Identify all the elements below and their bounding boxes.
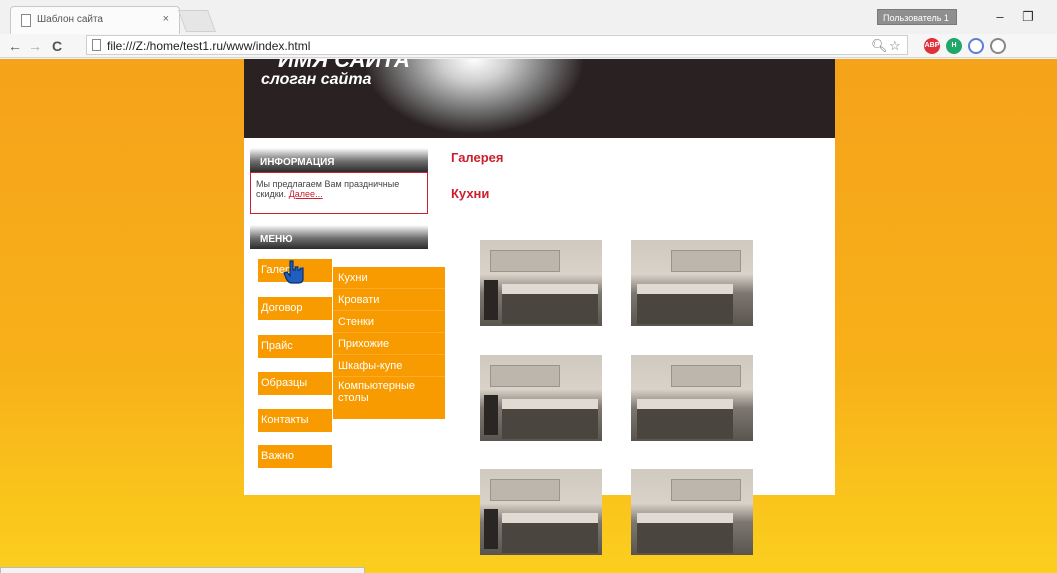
menu-item-price[interactable]: Прайс bbox=[258, 335, 332, 358]
menu-block-title: МЕНЮ bbox=[250, 225, 428, 249]
kitchen-photo[interactable] bbox=[480, 240, 602, 326]
info-more-link[interactable]: Далее... bbox=[289, 189, 323, 199]
zoom-icon[interactable]: 🔍︎ bbox=[871, 38, 888, 54]
info-block: Мы предлагаем Вам праздничные скидки. Да… bbox=[250, 172, 428, 214]
profile-badge[interactable]: Пользователь 1 bbox=[877, 9, 957, 25]
extension-s-icon[interactable] bbox=[968, 38, 984, 54]
bookmark-star-icon[interactable]: ☆ bbox=[889, 38, 901, 54]
restore-button[interactable]: ❐ bbox=[1013, 6, 1043, 28]
kitchen-photo[interactable] bbox=[480, 469, 602, 555]
kitchen-photo[interactable] bbox=[631, 469, 753, 555]
submenu-item-kitchens[interactable]: Кухни bbox=[333, 267, 445, 289]
submenu-item-wardrobes[interactable]: Шкафы-купе bbox=[333, 355, 445, 377]
submenu-item-walls[interactable]: Стенки bbox=[333, 311, 445, 333]
minimize-button[interactable]: – bbox=[985, 6, 1015, 28]
tab-title: Шаблон сайта bbox=[37, 14, 103, 25]
address-bar[interactable]: file:///Z:/home/test1.ru/www/index.html … bbox=[86, 35, 908, 55]
info-block-title: ИНФОРМАЦИЯ bbox=[250, 148, 428, 172]
new-tab-button[interactable] bbox=[177, 10, 217, 32]
blocked-icon[interactable] bbox=[990, 38, 1006, 54]
kitchen-photo[interactable] bbox=[631, 240, 753, 326]
browser-tab-bar: Шаблон сайта × Пользователь 1 – ❐ bbox=[0, 0, 1057, 34]
site-header: ИМЯ САЙТА слоган сайта bbox=[244, 59, 835, 138]
gallery-submenu: Кухни Кровати Стенки Прихожие Шкафы-купе… bbox=[333, 267, 445, 419]
forward-button[interactable]: → bbox=[26, 36, 44, 56]
page-favicon-icon bbox=[21, 14, 31, 27]
browser-tab[interactable]: Шаблон сайта × bbox=[10, 6, 180, 34]
page-icon bbox=[92, 39, 101, 51]
url-text: file:///Z:/home/test1.ru/www/index.html bbox=[107, 39, 311, 53]
browser-toolbar: ← → C file:///Z:/home/test1.ru/www/index… bbox=[0, 34, 1057, 58]
section-title: Кухни bbox=[451, 186, 490, 201]
info-text: Мы предлагаем Вам праздничные скидки. bbox=[256, 179, 400, 199]
reload-button[interactable]: C bbox=[48, 36, 66, 56]
menu-item-important[interactable]: Важно bbox=[258, 445, 332, 468]
site-slogan: слоган сайта bbox=[261, 71, 372, 88]
hand-cursor-icon bbox=[283, 260, 304, 284]
back-button[interactable]: ← bbox=[6, 36, 24, 56]
adblock-icon[interactable]: ABP bbox=[924, 38, 940, 54]
status-bar bbox=[0, 567, 365, 573]
menu-item-samples[interactable]: Образцы bbox=[258, 372, 332, 395]
site-container: ИМЯ САЙТА слоган сайта ИНФОРМАЦИЯ Мы пре… bbox=[244, 59, 835, 555]
kitchen-photo[interactable] bbox=[480, 355, 602, 441]
tab-close-button[interactable]: × bbox=[163, 13, 169, 25]
submenu-item-beds[interactable]: Кровати bbox=[333, 289, 445, 311]
menu-item-contract[interactable]: Договор bbox=[258, 297, 332, 320]
extension-h-icon[interactable]: H bbox=[946, 38, 962, 54]
kitchen-photo[interactable] bbox=[631, 355, 753, 441]
submenu-item-hallways[interactable]: Прихожие bbox=[333, 333, 445, 355]
menu-item-contacts[interactable]: Контакты bbox=[258, 409, 332, 432]
page-viewport: ИМЯ САЙТА слоган сайта ИНФОРМАЦИЯ Мы пре… bbox=[0, 59, 1057, 573]
page-title: Галерея bbox=[451, 150, 504, 165]
submenu-item-computer-desks[interactable]: Компьютерные столы bbox=[333, 377, 445, 410]
